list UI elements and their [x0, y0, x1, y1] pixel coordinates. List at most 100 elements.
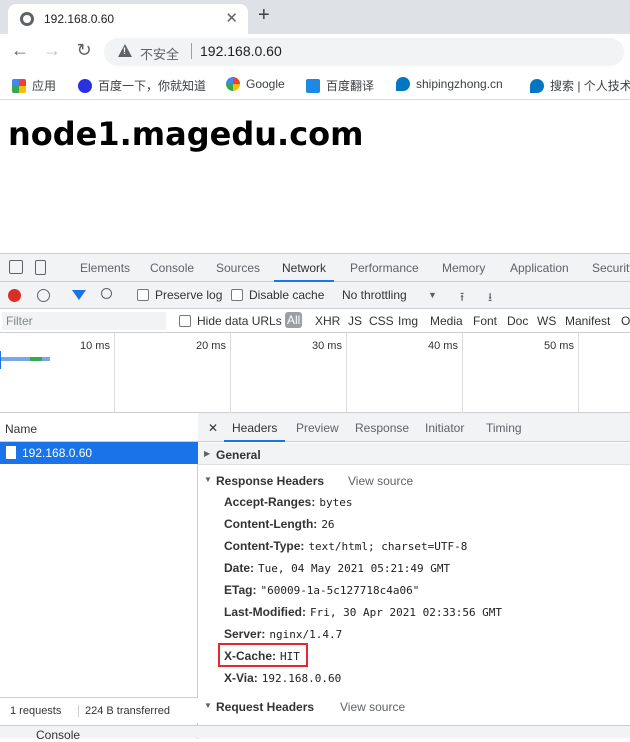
browser-tab[interactable]: 192.168.0.60 ✕: [8, 4, 248, 34]
tab-elements[interactable]: Elements: [80, 261, 130, 275]
filter-type-other[interactable]: Other: [621, 314, 630, 328]
view-source-link[interactable]: View source: [348, 474, 413, 488]
tab-sources[interactable]: Sources: [216, 261, 260, 275]
request-row[interactable]: 192.168.0.60: [0, 442, 198, 464]
overview-tick: 20 ms: [196, 340, 226, 352]
request-list: Name 192.168.0.60 1 requests 224 B trans…: [0, 413, 198, 739]
overview-tick: 50 ms: [544, 340, 574, 352]
throttling-select[interactable]: No throttling: [342, 288, 407, 302]
request-list-header[interactable]: Name: [0, 413, 198, 442]
filter-type-font[interactable]: Font: [473, 314, 497, 328]
overview-gridline: [578, 333, 579, 413]
request-detail-panel: ✕ Headers Preview Response Initiator Tim…: [198, 413, 630, 739]
overview-gridline: [462, 333, 463, 413]
request-count: 1 requests: [10, 705, 62, 717]
filter-bar: Hide data URLs All XHR JS CSS Img Media …: [0, 309, 630, 333]
tab-title: 192.168.0.60: [44, 12, 115, 26]
baidu-paw-icon: [78, 79, 92, 93]
header-row: X-Via: 192.168.0.60: [224, 671, 342, 685]
column-name[interactable]: Name: [5, 422, 37, 436]
tab-timing[interactable]: Timing: [486, 421, 522, 435]
new-tab-button[interactable]: +: [258, 4, 270, 27]
expand-triangle-icon: ▶: [204, 449, 211, 458]
bookmark-search[interactable]: 搜索 | 个人技术: [530, 77, 630, 94]
bookmark-apps[interactable]: 应用: [12, 77, 56, 94]
address-bar[interactable]: 不安全 192.168.0.60: [104, 38, 624, 66]
filter-type-xhr[interactable]: XHR: [315, 314, 340, 328]
tab-console[interactable]: Console: [150, 261, 194, 275]
import-har-icon[interactable]: ⭱: [460, 288, 464, 309]
network-overview[interactable]: 10 ms 20 ms 30 ms 40 ms 50 ms: [0, 333, 630, 413]
devtools-panel: Elements Console Sources Network Perform…: [0, 253, 630, 739]
network-status-bar: 1 requests 224 B transferred: [0, 697, 198, 723]
overview-tick: 10 ms: [80, 340, 110, 352]
overview-tick: 30 ms: [312, 340, 342, 352]
tab-security[interactable]: Security: [592, 261, 630, 275]
bookmark-baidu[interactable]: 百度一下，你就知道: [78, 77, 206, 94]
inspect-element-icon[interactable]: [9, 260, 23, 274]
search-icon[interactable]: [101, 288, 112, 299]
tab-application[interactable]: Application: [510, 261, 569, 275]
collapse-triangle-icon: ▼: [204, 701, 212, 710]
filter-type-manifest[interactable]: Manifest: [565, 314, 610, 328]
view-source-link[interactable]: View source: [340, 700, 405, 714]
filter-icon[interactable]: [72, 290, 86, 300]
waterfall-bar-waiting: [30, 357, 42, 361]
device-toolbar-icon[interactable]: [35, 260, 46, 275]
page-heading: node1.magedu.com: [8, 115, 364, 153]
header-row-x-cache: X-Cache: HIT: [224, 649, 300, 663]
clear-icon[interactable]: [37, 289, 50, 302]
not-secure-label[interactable]: 不安全: [140, 44, 179, 63]
drupal-icon: [396, 77, 410, 91]
general-section[interactable]: ▶ General: [198, 443, 630, 465]
filter-type-img[interactable]: Img: [398, 314, 418, 328]
filter-type-ws[interactable]: WS: [537, 314, 556, 328]
chevron-down-icon[interactable]: ▼: [428, 290, 437, 300]
request-headers-section[interactable]: ▼ Request Headers View source: [198, 695, 630, 717]
bookmark-shipingzhong[interactable]: shipingzhong.cn: [396, 77, 503, 91]
tab-performance[interactable]: Performance: [350, 261, 419, 275]
console-drawer[interactable]: Console: [0, 725, 630, 742]
tab-memory[interactable]: Memory: [442, 261, 485, 275]
filter-type-media[interactable]: Media: [430, 314, 463, 328]
preserve-log-checkbox[interactable]: Preserve log: [137, 288, 222, 302]
hide-data-urls-box[interactable]: [179, 315, 191, 327]
header-row: Date: Tue, 04 May 2021 05:21:49 GMT: [224, 561, 451, 575]
overview-tick: 40 ms: [428, 340, 458, 352]
export-har-icon[interactable]: ⭳: [488, 288, 492, 309]
tab-initiator[interactable]: Initiator: [425, 421, 464, 435]
filter-type-doc[interactable]: Doc: [507, 314, 528, 328]
header-row: Content-Length: 26: [224, 517, 335, 531]
forward-button[interactable]: →: [40, 40, 64, 61]
back-button[interactable]: ←: [8, 40, 32, 61]
overview-gridline: [230, 333, 231, 413]
hide-data-urls-checkbox[interactable]: Hide data URLs: [179, 314, 282, 328]
close-detail-icon[interactable]: ✕: [208, 421, 218, 435]
response-headers-section[interactable]: ▼ Response Headers View source: [198, 469, 630, 491]
filter-type-css[interactable]: CSS: [369, 314, 394, 328]
devtools-tab-bar: Elements Console Sources Network Perform…: [0, 254, 630, 282]
reload-button[interactable]: ↻: [72, 40, 96, 61]
tab-preview[interactable]: Preview: [296, 421, 339, 435]
filter-type-js[interactable]: JS: [348, 314, 362, 328]
transferred-size: 224 B transferred: [78, 705, 170, 717]
response-headers-title: Response Headers: [216, 474, 325, 488]
filter-input[interactable]: [2, 312, 166, 330]
drupal-icon: [530, 79, 544, 93]
tab-headers[interactable]: Headers: [223, 421, 286, 442]
waterfall-bar: [0, 357, 50, 361]
disable-cache-checkbox[interactable]: Disable cache: [231, 288, 324, 302]
tab-network[interactable]: Network: [273, 261, 335, 282]
globe-icon: [20, 12, 34, 26]
record-icon[interactable]: [8, 289, 21, 302]
preserve-log-box[interactable]: [137, 289, 149, 301]
disable-cache-box[interactable]: [231, 289, 243, 301]
url-text[interactable]: 192.168.0.60: [200, 43, 282, 59]
header-row: Server: nginx/1.4.7: [224, 627, 343, 641]
network-toolbar: Preserve log Disable cache No throttling…: [0, 282, 630, 309]
tab-response[interactable]: Response: [355, 421, 409, 435]
bookmark-baidu-translate[interactable]: 百度翻译: [306, 77, 374, 94]
tab-close-icon[interactable]: ✕: [225, 9, 238, 27]
filter-type-all[interactable]: All: [285, 312, 303, 328]
bookmark-google[interactable]: Google: [226, 77, 285, 91]
